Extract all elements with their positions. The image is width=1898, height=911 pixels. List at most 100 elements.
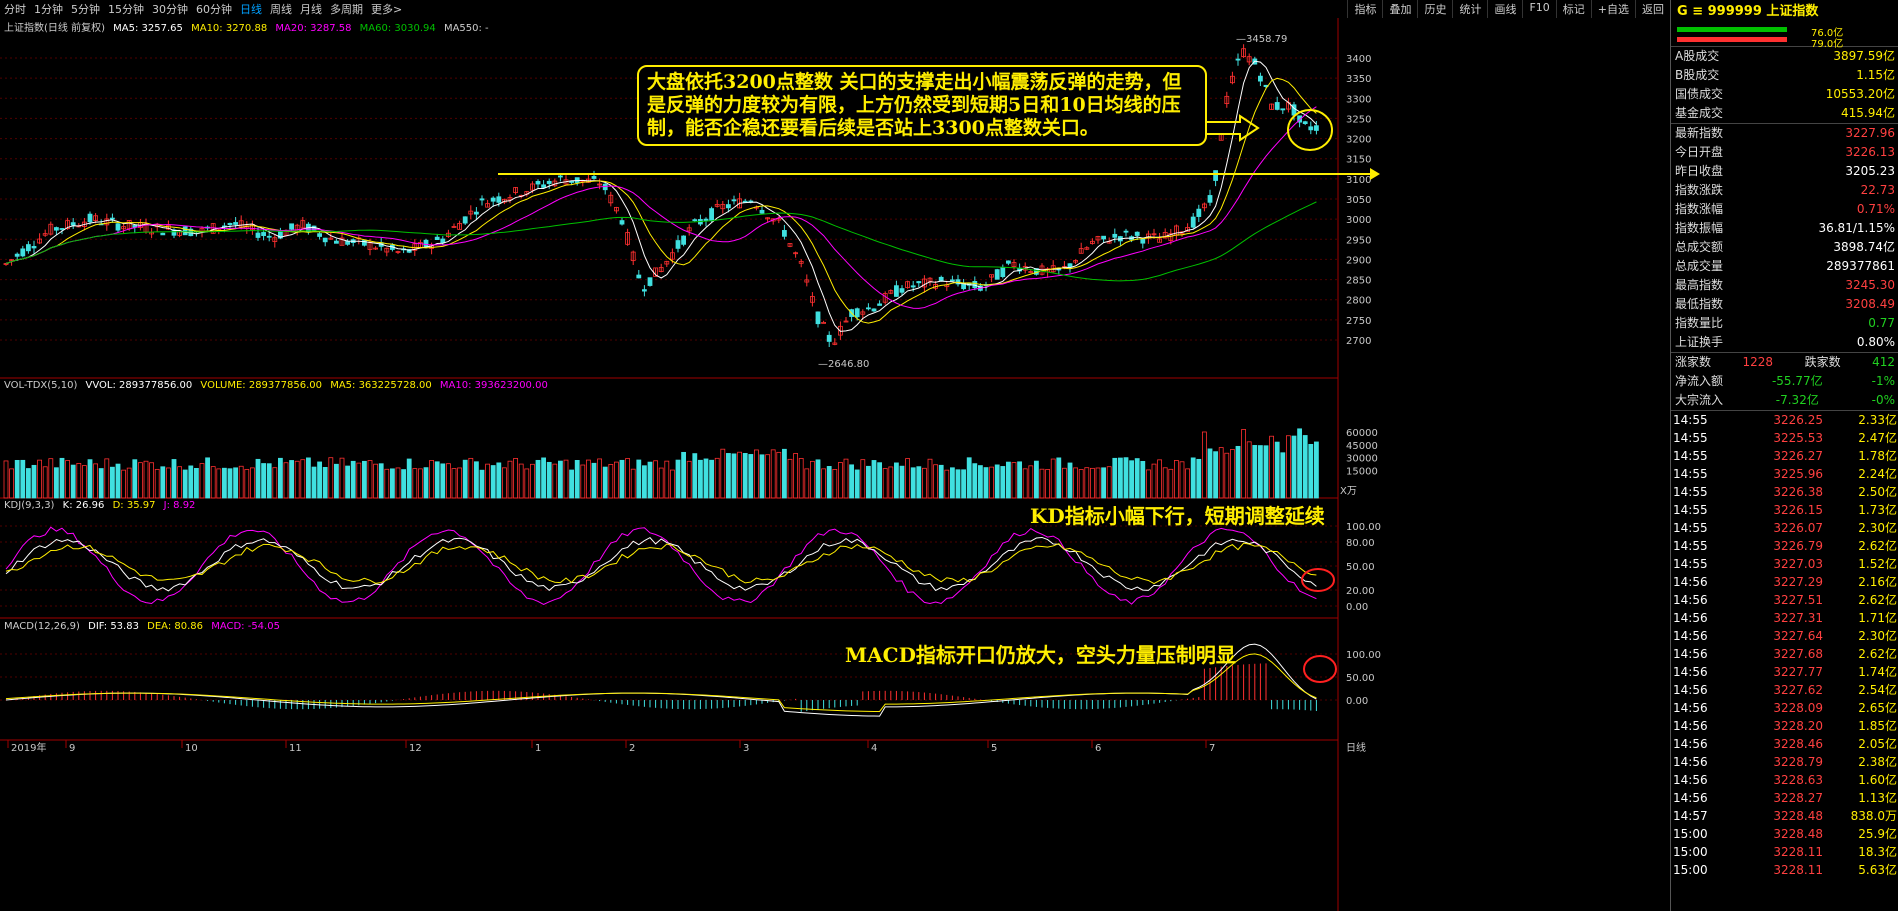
date-label: 1: [535, 743, 541, 754]
tick-cell: 3228.11: [1773, 863, 1823, 877]
volume-bar: [87, 459, 93, 499]
tick-row[interactable]: 14:56 3228.27 1.13亿: [1671, 789, 1898, 807]
tick-row[interactable]: 14:55 3226.07 2.30亿: [1671, 519, 1898, 537]
volume-bar: [742, 453, 748, 499]
timeframe-tab[interactable]: 5分钟: [67, 0, 104, 18]
volume-bar: [838, 462, 843, 499]
timeframe-tab[interactable]: 周线: [266, 0, 296, 18]
volume-bar: [367, 460, 373, 499]
tick-row[interactable]: 14:56 3227.68 2.62亿: [1671, 645, 1898, 663]
timeframe-tab[interactable]: 多周期: [326, 0, 367, 18]
candle-body: [182, 226, 188, 236]
index-stat-value: 3226.13: [1845, 145, 1895, 159]
tick-cell: 2.05亿: [1858, 737, 1897, 751]
volume-bar: [1112, 457, 1118, 499]
volume-bar: [1202, 431, 1207, 499]
volume-bar: [479, 469, 485, 499]
tool-button[interactable]: 标记: [1555, 0, 1591, 18]
tick-row[interactable]: 14:56 3228.79 2.38亿: [1671, 753, 1898, 771]
tick-row[interactable]: 15:00 3228.11 5.63亿: [1671, 861, 1898, 879]
tick-row[interactable]: 14:55 3225.96 2.24亿: [1671, 465, 1898, 483]
volume-bar: [356, 462, 362, 499]
tool-button[interactable]: F10: [1522, 0, 1555, 18]
timeframe-tab[interactable]: 月线: [296, 0, 326, 18]
volume-bar: [832, 469, 838, 499]
timeframe-tab[interactable]: 日线: [236, 0, 266, 18]
tick-row[interactable]: 14:55 3226.15 1.73亿: [1671, 501, 1898, 519]
macd-axis-label: 0.00: [1346, 696, 1368, 707]
volume-bar: [1084, 467, 1090, 499]
volume-bar: [1056, 457, 1062, 499]
tick-row[interactable]: 14:56 3227.77 1.74亿: [1671, 663, 1898, 681]
candle-body: [20, 248, 26, 257]
timeframe-tab[interactable]: 30分钟: [148, 0, 192, 18]
index-stat-row: 今日开盘 3226.13: [1671, 143, 1898, 162]
tick-row[interactable]: 14:57 3228.48 838.0万: [1671, 807, 1898, 825]
candle-body: [961, 283, 966, 290]
tick-cell: 14:56: [1673, 755, 1708, 769]
tick-row[interactable]: 14:55 3227.03 1.52亿: [1671, 555, 1898, 573]
tick-cell: 1.78亿: [1858, 449, 1897, 463]
flow-value: -0%: [1871, 393, 1895, 407]
volume-bar: [983, 467, 989, 499]
volume-bar: [177, 466, 183, 499]
tool-button[interactable]: 叠加: [1382, 0, 1417, 18]
turnover-row: A股成交 3897.59亿: [1671, 47, 1898, 66]
volume-bar: [541, 457, 546, 499]
volume-bar: [938, 464, 944, 499]
tick-cell: 2.33亿: [1858, 413, 1897, 427]
tick-row[interactable]: 14:56 3227.64 2.30亿: [1671, 627, 1898, 645]
tick-row[interactable]: 14:55 3226.25 2.33亿: [1671, 411, 1898, 429]
tick-list[interactable]: 14:55 3226.25 2.33亿 14:55 3225.53 2.47亿 14:55 3…: [1671, 410, 1898, 879]
tick-cell: 3226.79: [1773, 539, 1823, 553]
tick-row[interactable]: 14:56 3228.09 2.65亿: [1671, 699, 1898, 717]
tick-row[interactable]: 15:00 3228.48 25.9亿: [1671, 825, 1898, 843]
date-mode: 日线: [1346, 741, 1366, 754]
tick-cell: 1.52亿: [1858, 557, 1897, 571]
volume-bar: [726, 453, 731, 499]
timeframe-tab[interactable]: 15分钟: [104, 0, 148, 18]
tick-cell: 15:00: [1673, 827, 1708, 841]
volume-bar: [244, 469, 250, 499]
tick-cell: 3228.27: [1773, 791, 1823, 805]
tick-cell: 14:56: [1673, 611, 1708, 625]
tick-row[interactable]: 14:56 3227.51 2.62亿: [1671, 591, 1898, 609]
volume-bar: [1269, 435, 1274, 499]
volume-bar: [1062, 467, 1067, 499]
tool-button[interactable]: 历史: [1417, 0, 1452, 18]
tick-row[interactable]: 14:56 3228.20 1.85亿: [1671, 717, 1898, 735]
tool-button[interactable]: 统计: [1452, 0, 1487, 18]
tool-button[interactable]: 画线: [1487, 0, 1522, 18]
tick-row[interactable]: 14:56 3228.46 2.05亿: [1671, 735, 1898, 753]
volume-bar: [748, 454, 754, 499]
index-stat-row: 最高指数 3245.30: [1671, 276, 1898, 295]
tick-row[interactable]: 14:56 3227.31 1.71亿: [1671, 609, 1898, 627]
tick-row[interactable]: 15:00 3228.11 18.3亿: [1671, 843, 1898, 861]
timeframe-tab[interactable]: 1分钟: [30, 0, 67, 18]
volume-bar: [922, 467, 927, 499]
tick-cell: 14:56: [1673, 773, 1708, 787]
tool-button[interactable]: 指标: [1347, 0, 1382, 18]
tick-cell: 14:55: [1673, 449, 1708, 463]
tick-row[interactable]: 14:56 3227.29 2.16亿: [1671, 573, 1898, 591]
tick-row[interactable]: 14:56 3228.63 1.60亿: [1671, 771, 1898, 789]
index-stat-label: 上证换手: [1675, 335, 1724, 349]
tick-row[interactable]: 14:55 3226.79 2.62亿: [1671, 537, 1898, 555]
tick-cell: 3226.25: [1773, 413, 1823, 427]
timeframe-tab[interactable]: 分时: [0, 0, 30, 18]
tool-button[interactable]: +自选: [1590, 0, 1635, 18]
timeframe-tab[interactable]: 60分钟: [192, 0, 236, 18]
tick-row[interactable]: 14:56 3227.62 2.54亿: [1671, 681, 1898, 699]
turnover-row: 基金成交 415.94亿: [1671, 104, 1898, 123]
tick-cell: 14:56: [1673, 629, 1708, 643]
index-stat-label: 指数量比: [1675, 316, 1724, 330]
tick-row[interactable]: 14:55 3226.38 2.50亿: [1671, 483, 1898, 501]
tick-cell: 3228.48: [1773, 827, 1823, 841]
timeframe-tab[interactable]: 更多>: [367, 0, 406, 18]
tick-row[interactable]: 14:55 3226.27 1.78亿: [1671, 447, 1898, 465]
tick-row[interactable]: 14:55 3225.53 2.47亿: [1671, 429, 1898, 447]
volume-bar: [950, 467, 955, 499]
volume-bar: [384, 468, 390, 499]
tool-button[interactable]: 返回: [1635, 0, 1670, 18]
stock-chart[interactable]: 3400335033003250320031503100305030002950…: [0, 18, 1670, 911]
